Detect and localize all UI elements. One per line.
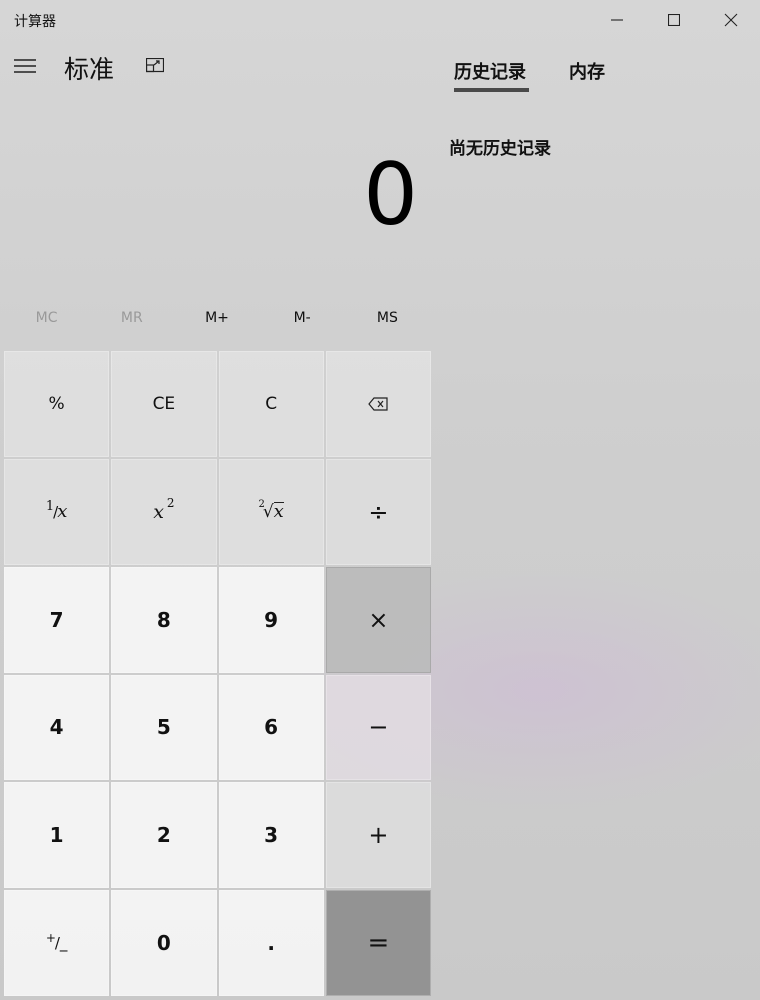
memory-subtract-button[interactable]: M- — [260, 300, 345, 336]
equals-button[interactable]: = — [325, 890, 431, 996]
minimize-icon — [611, 19, 623, 21]
keep-on-top-icon — [146, 58, 164, 73]
hamburger-icon — [14, 59, 36, 73]
result-display: 0 — [363, 145, 418, 245]
history-empty-message: 尚无历史记录 — [449, 139, 551, 159]
digit-9-button[interactable]: 9 — [218, 566, 324, 673]
digit-3-button[interactable]: 3 — [218, 782, 324, 889]
app-title: 计算器 — [14, 14, 56, 30]
root-index: 2 — [258, 499, 265, 511]
negate-button[interactable]: +/_ — [4, 890, 110, 996]
reciprocal-numerator: 1 — [45, 499, 55, 515]
close-button[interactable] — [702, 0, 760, 40]
maximize-icon — [668, 14, 680, 26]
memory-recall-button[interactable]: MR — [89, 300, 174, 336]
digit-2-button[interactable]: 2 — [111, 782, 217, 889]
keep-on-top-button[interactable] — [140, 52, 170, 80]
mode-title: 标准 — [64, 55, 115, 84]
digit-5-button[interactable]: 5 — [111, 674, 217, 781]
backspace-button[interactable] — [325, 351, 431, 457]
digit-0-button[interactable]: 0 — [111, 890, 217, 996]
digit-1-button[interactable]: 1 — [4, 782, 110, 889]
reciprocal-button[interactable]: 1/x — [4, 458, 110, 565]
title-bar: 计算器 — [0, 0, 760, 40]
square-base: x — [153, 500, 164, 523]
square-button[interactable]: x2 — [111, 458, 217, 565]
minimize-button[interactable] — [588, 0, 646, 40]
memory-row: MC MR M+ M- MS — [4, 300, 430, 336]
root-radicand: x — [273, 501, 284, 523]
digit-7-button[interactable]: 7 — [4, 566, 110, 673]
digit-6-button[interactable]: 6 — [218, 674, 324, 781]
tab-memory[interactable]: 内存 — [569, 58, 605, 84]
percent-button[interactable]: % — [4, 351, 110, 457]
digit-8-button[interactable]: 8 — [111, 566, 217, 673]
backspace-icon — [368, 397, 388, 411]
memory-store-button[interactable]: MS — [345, 300, 430, 336]
negate-minus-glyph: /_ — [54, 934, 68, 953]
maximize-button[interactable] — [645, 0, 703, 40]
active-tab-indicator — [454, 88, 529, 92]
close-icon — [724, 13, 738, 27]
clear-entry-button[interactable]: CE — [111, 351, 217, 457]
add-button[interactable]: + — [325, 782, 431, 889]
clear-button[interactable]: C — [218, 351, 324, 457]
square-exponent: 2 — [166, 495, 175, 510]
decimal-button[interactable]: . — [218, 890, 324, 996]
tab-history[interactable]: 历史记录 — [454, 58, 526, 84]
memory-clear-button[interactable]: MC — [4, 300, 89, 336]
square-root-button[interactable]: 2 √ x — [218, 458, 324, 565]
multiply-button[interactable]: × — [325, 566, 431, 673]
navigation-menu-button[interactable] — [8, 50, 42, 82]
subtract-button[interactable]: − — [325, 674, 431, 781]
divide-button[interactable]: ÷ — [325, 458, 431, 565]
negate-plus-glyph: + — [45, 931, 56, 946]
keypad: % CE C 1/x x2 2 √ x ÷ 7 8 9 × 4 5 6 − 1 2 … — [4, 351, 431, 996]
reciprocal-denominator: x — [57, 501, 68, 523]
digit-4-button[interactable]: 4 — [4, 674, 110, 781]
memory-add-button[interactable]: M+ — [174, 300, 259, 336]
